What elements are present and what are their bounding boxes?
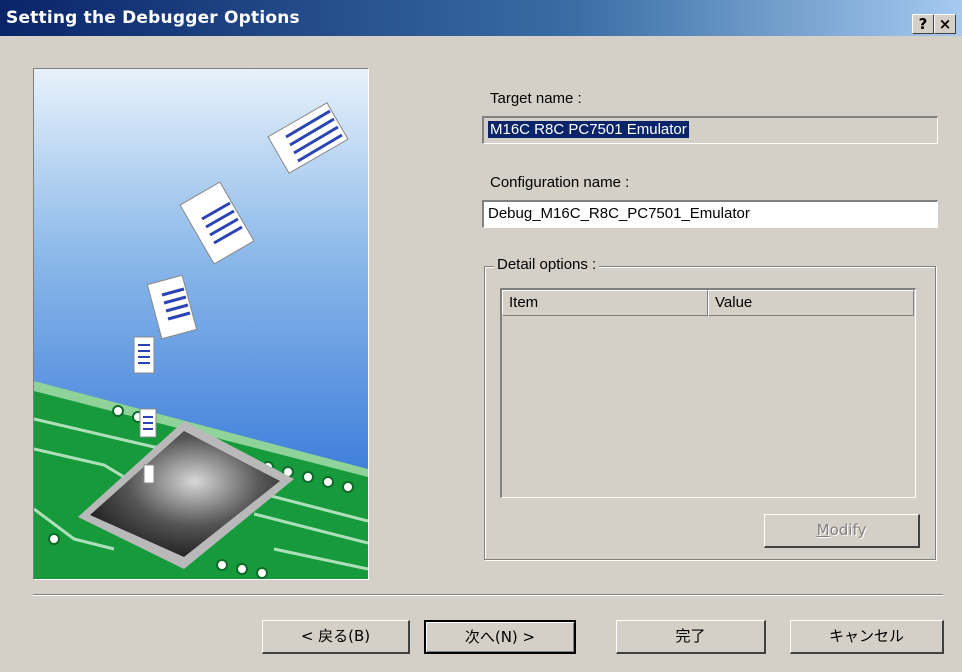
column-header-value[interactable]: Value [708, 290, 914, 316]
configuration-name-input[interactable]: Debug_M16C_R8C_PC7501_Emulator [482, 200, 938, 228]
help-button[interactable]: ? [912, 14, 934, 34]
configuration-name-label: Configuration name : [490, 174, 630, 191]
debugger-illustration-image [34, 69, 368, 579]
close-button[interactable]: × [934, 14, 956, 34]
modify-mnemonic: M [816, 521, 830, 539]
target-name-label: Target name : [490, 90, 582, 107]
detail-options-list[interactable]: Item Value [500, 288, 916, 498]
next-button[interactable]: 次へ(N) > [424, 620, 576, 654]
target-name-field[interactable]: M16C R8C PC7501 Emulator [482, 116, 938, 144]
back-button[interactable]: < 戻る(B) [262, 620, 410, 654]
button-separator [33, 594, 943, 596]
title-bar: Setting the Debugger Options ? × [0, 0, 962, 36]
window-title: Setting the Debugger Options [6, 8, 300, 28]
target-name-value: M16C R8C PC7501 Emulator [488, 121, 689, 138]
cancel-button[interactable]: キャンセル [790, 620, 944, 654]
column-header-item[interactable]: Item [502, 290, 708, 316]
modify-label-rest: odify [829, 521, 867, 539]
modify-button[interactable]: Modify [764, 514, 920, 548]
detail-options-legend: Detail options : [494, 256, 600, 273]
finish-button[interactable]: 完了 [616, 620, 766, 654]
wizard-illustration [33, 68, 369, 580]
